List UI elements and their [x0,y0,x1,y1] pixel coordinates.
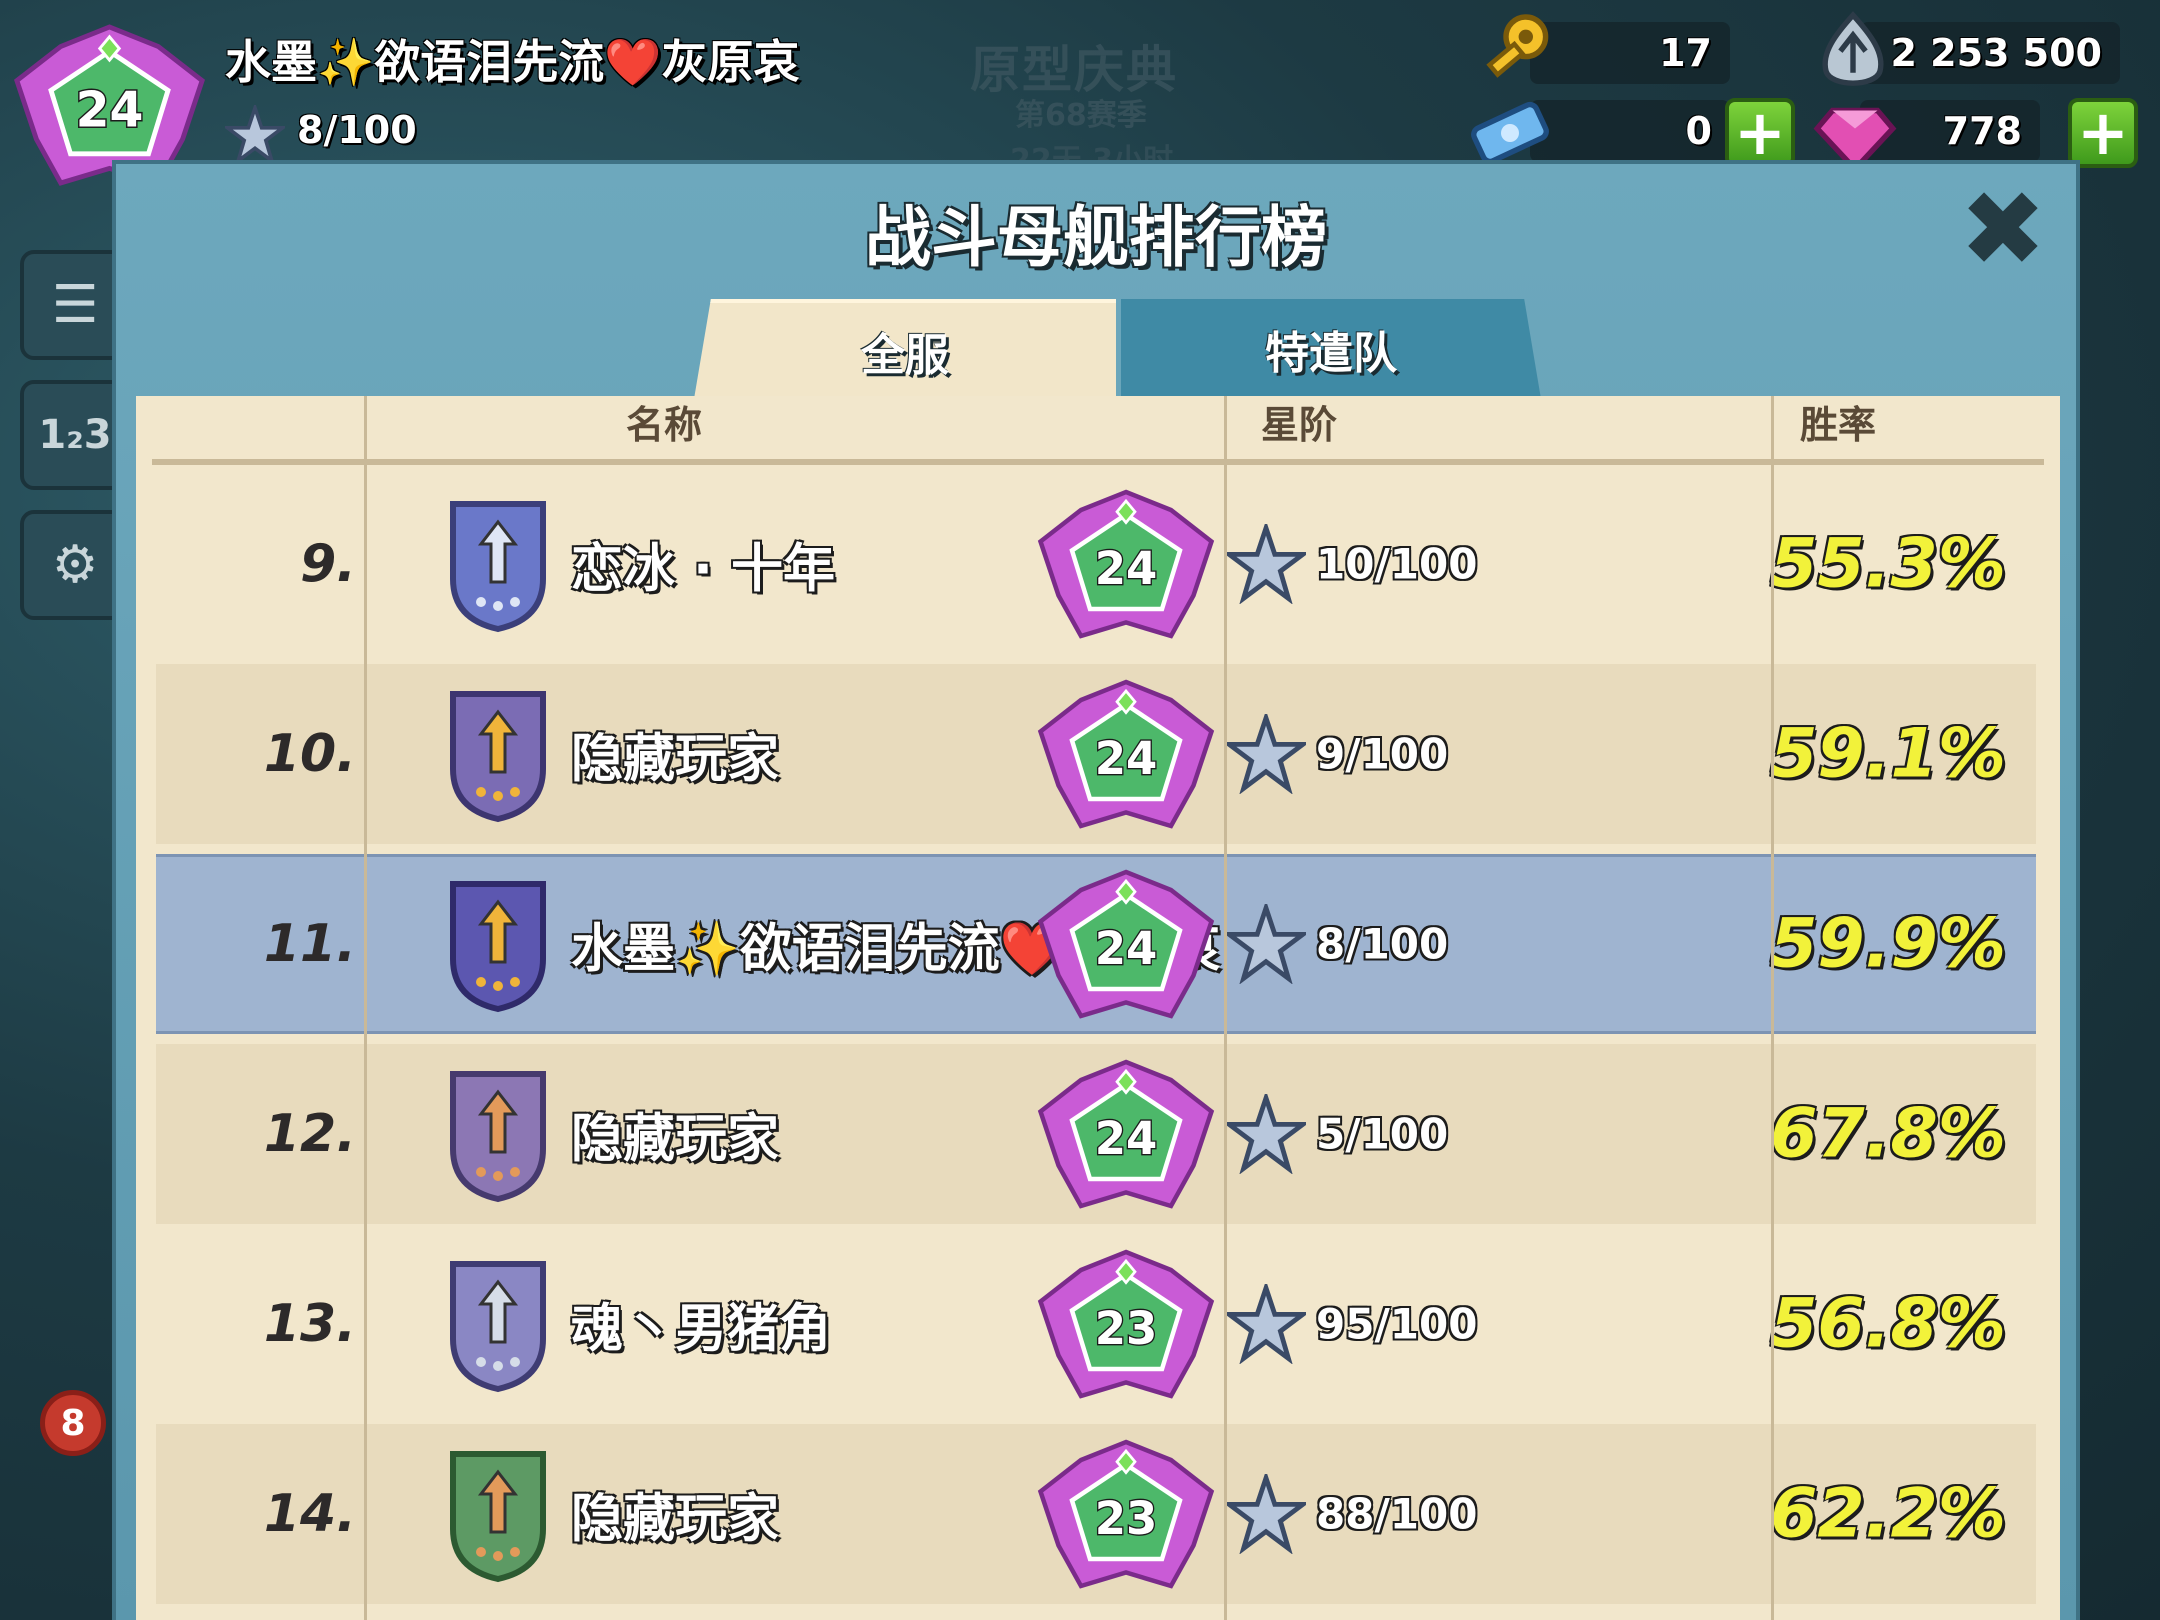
column-header-winrate: 胜率 [1800,403,1877,447]
row-win-rate: 67.8% [1770,1094,2006,1174]
column-divider [1771,396,1774,1620]
player-stars: 8/100 [297,108,417,152]
notification-badge: 8 [40,1390,106,1456]
leaderboard-row[interactable]: 14. 隐藏玩家 23 88/100 62.2% [156,1424,2036,1604]
leaderboard-row[interactable]: 9. 恋冰 · 十年 24 10/100 55.3% [156,474,2036,654]
level-badge-icon: 24 [1037,869,1215,1019]
leaderboard-row[interactable]: 13. 魂丶男猪角 23 95/100 56.8% [156,1234,2036,1414]
column-header-name: 名称 [626,403,703,447]
tab-global[interactable]: 全服 [694,299,1116,399]
row-level: 24 [1095,542,1158,595]
add-tickets-button[interactable]: + [1725,98,1795,168]
player-name: 水墨✨欲语泪先流❤️灰原哀 [225,35,800,89]
row-win-rate: 62.2% [1770,1474,2006,1554]
crystal-icon [1822,11,1884,86]
star-icon [1226,904,1306,984]
star-icon [1226,1284,1306,1364]
level-badge-icon: 23 [1037,1439,1215,1589]
alliance-crest-icon [450,501,546,633]
star-icon [1226,714,1306,794]
add-gems-button[interactable]: + [2068,98,2138,168]
alliance-crest-icon [450,1261,546,1393]
row-rank: 14. [263,1484,356,1544]
column-header-tier: 星阶 [1261,403,1338,447]
row-stars: 9/100 [1316,729,1449,779]
player-name: 恋冰 · 十年 [571,539,835,600]
row-level: 23 [1095,1492,1158,1545]
leaderboard-panel: 战斗母舰排行榜 ✖ 全服 特遣队 名称 星阶 胜率 9. 恋冰 · 十年 24 10/… [112,160,2080,1620]
player-name: 魂丶男猪角 [571,1299,832,1360]
row-win-rate: 55.3% [1770,524,2006,604]
column-divider [1224,396,1227,1620]
row-win-rate: 56.8% [1770,1284,2006,1364]
tab-squad[interactable]: 特遣队 [1121,299,1541,399]
row-level: 24 [1095,922,1158,975]
close-icon[interactable]: ✖ [1958,177,2048,281]
row-stars: 5/100 [1316,1109,1449,1159]
row-rank: 11. [263,914,356,974]
star-icon [1226,1094,1306,1174]
player-level-text: 24 [76,82,144,138]
level-badge-icon: 24 [1037,489,1215,639]
header-divider [152,459,2044,465]
row-rank: 13. [263,1294,356,1354]
row-rank: 12. [263,1104,356,1164]
row-level: 23 [1095,1302,1158,1355]
row-stars: 95/100 [1316,1299,1478,1349]
panel-title: 战斗母舰排行榜 [865,199,1327,276]
star-icon [225,105,285,165]
tickets-counter: 0 [1530,100,1730,162]
star-icon [1226,524,1306,604]
alliance-crest-icon [450,881,546,1013]
alliance-crest-icon [450,691,546,823]
leaderboard-row-current-player[interactable]: 11. 水墨✨欲语泪先流❤️灰原哀 24 8/100 59.9% [156,854,2036,1034]
alliance-crest-icon [450,1071,546,1203]
row-stars: 88/100 [1316,1489,1478,1539]
row-stars: 8/100 [1316,919,1449,969]
row-rank: 9. [300,534,356,594]
season-label: 第68赛季 [1015,98,1147,133]
leaderboard-row[interactable]: 12. 隐藏玩家 24 5/100 67.8% [156,1044,2036,1224]
player-name: 隐藏玩家 [571,729,780,790]
row-level: 24 [1095,1112,1158,1165]
column-divider [364,396,367,1620]
star-icon [1226,1474,1306,1554]
crystal-counter: 2 253 500 [1860,22,2120,84]
leaderboard-board: 名称 星阶 胜率 9. 恋冰 · 十年 24 10/100 55.3% 10. 隐藏玩家 24… [136,396,2060,1620]
alliance-crest-icon [450,1451,546,1583]
player-name: 隐藏玩家 [571,1109,780,1170]
keys-counter: 17 [1530,22,1730,84]
row-rank: 10. [263,724,356,784]
row-win-rate: 59.9% [1770,904,2006,984]
row-stars: 10/100 [1316,539,1478,589]
level-badge-icon: 24 [1037,1059,1215,1209]
key-icon [1486,14,1549,78]
row-level: 24 [1095,732,1158,785]
level-badge-icon: 24 [1037,679,1215,829]
leaderboard-row[interactable]: 10. 隐藏玩家 24 9/100 59.1% [156,664,2036,844]
row-win-rate: 59.1% [1770,714,2006,794]
player-name: 隐藏玩家 [571,1489,780,1550]
level-badge-icon: 23 [1037,1249,1215,1399]
